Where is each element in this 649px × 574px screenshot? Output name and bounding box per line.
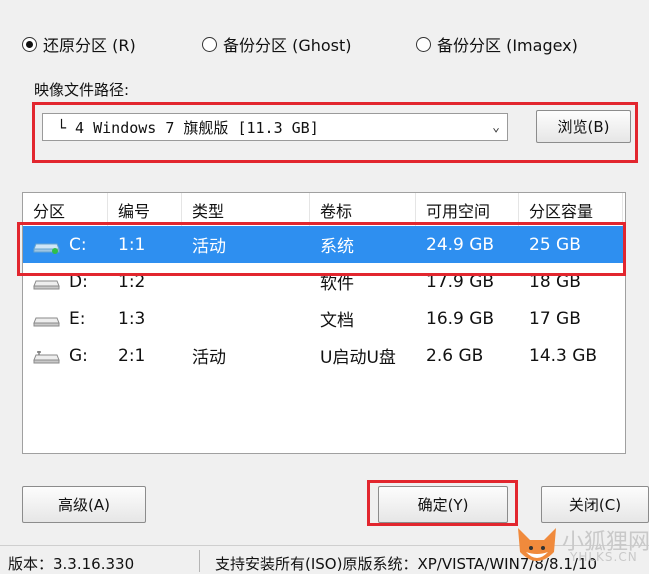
hard-disk-icon <box>33 238 61 254</box>
column-header[interactable]: 编号 <box>108 193 182 226</box>
column-header[interactable]: 分区容量 <box>519 193 623 226</box>
radio-label: 备份分区 (Ghost) <box>223 36 352 55</box>
radio-label: 还原分区 (R) <box>43 36 136 55</box>
table-row[interactable]: E: 1:3 文档 16.9 GB 17 GB <box>23 300 625 337</box>
close-button[interactable]: 关闭(C) <box>541 486 649 523</box>
drive-letter: G: <box>69 345 88 366</box>
watermark-url: YHLKS.CN <box>570 550 638 564</box>
radio-dot-icon <box>416 36 431 52</box>
partition-size: 25 GB <box>529 234 581 255</box>
chevron-down-icon[interactable]: ⌄ <box>485 120 507 135</box>
volume-label: U启动U盘 <box>320 348 396 368</box>
table-row[interactable]: C: 1:1 活动 系统 24.9 GB 25 GB <box>23 226 625 263</box>
free-space: 16.9 GB <box>426 308 495 329</box>
volume-label: 系统 <box>320 237 354 257</box>
partition-number: 1:3 <box>118 308 146 329</box>
partition-size: 17 GB <box>529 308 581 329</box>
partition-type: 活动 <box>192 348 226 368</box>
watermark: 小狐狸网 YHLKS.CN <box>512 520 649 572</box>
image-path-select[interactable]: └ 4 Windows 7 旗舰版 [11.3 GB] ⌄ <box>42 113 508 141</box>
radio-backup-imagex[interactable]: 备份分区 (Imagex) <box>416 32 578 56</box>
fox-logo-icon <box>518 528 556 561</box>
version-text: 版本：3.3.16.330 <box>8 555 135 573</box>
hard-disk-icon <box>33 312 61 326</box>
free-space: 2.6 GB <box>426 345 484 366</box>
volume-label: 软件 <box>320 274 354 294</box>
volume-label: 文档 <box>320 311 354 331</box>
column-header[interactable]: 类型 <box>182 193 310 226</box>
drive-letter: C: <box>69 234 87 255</box>
table-header: 分区 编号 类型 卷标 可用空间 分区容量 <box>23 193 625 226</box>
radio-dot-checked-icon <box>22 36 37 52</box>
radio-dot-icon <box>202 36 217 52</box>
table-row[interactable]: D: 1:2 软件 17.9 GB 18 GB <box>23 263 625 300</box>
partition-number: 2:1 <box>118 345 146 366</box>
partition-number: 1:1 <box>118 234 146 255</box>
column-header[interactable]: 可用空间 <box>416 193 519 226</box>
partition-size: 18 GB <box>529 271 581 292</box>
partition-number: 1:2 <box>118 271 146 292</box>
image-path-value: └ 4 Windows 7 旗舰版 [11.3 GB] <box>57 118 319 137</box>
radio-label: 备份分区 (Imagex) <box>437 36 578 55</box>
ok-button[interactable]: 确定(Y) <box>378 486 508 523</box>
browse-button[interactable]: 浏览(B) <box>536 110 631 143</box>
usb-drive-icon <box>33 349 61 363</box>
advanced-button[interactable]: 高级(A) <box>22 486 146 523</box>
radio-backup-ghost[interactable]: 备份分区 (Ghost) <box>202 32 352 56</box>
drive-letter: E: <box>69 308 86 329</box>
column-header[interactable]: 分区 <box>23 193 108 226</box>
radio-restore[interactable]: 还原分区 (R) <box>22 32 136 56</box>
partition-table[interactable]: 分区 编号 类型 卷标 可用空间 分区容量 C: 1:1 活动 系统 24.9 … <box>22 192 626 454</box>
partition-size: 14.3 GB <box>529 345 598 366</box>
free-space: 24.9 GB <box>426 234 495 255</box>
partition-type: 活动 <box>192 237 226 257</box>
drive-letter: D: <box>69 271 88 292</box>
column-header[interactable]: 卷标 <box>310 193 416 226</box>
image-path-label: 映像文件路径: <box>34 81 130 99</box>
free-space: 17.9 GB <box>426 271 495 292</box>
hard-disk-icon <box>33 275 61 289</box>
table-row[interactable]: G: 2:1 活动 U启动U盘 2.6 GB 14.3 GB <box>23 337 625 374</box>
status-separator <box>199 550 200 572</box>
